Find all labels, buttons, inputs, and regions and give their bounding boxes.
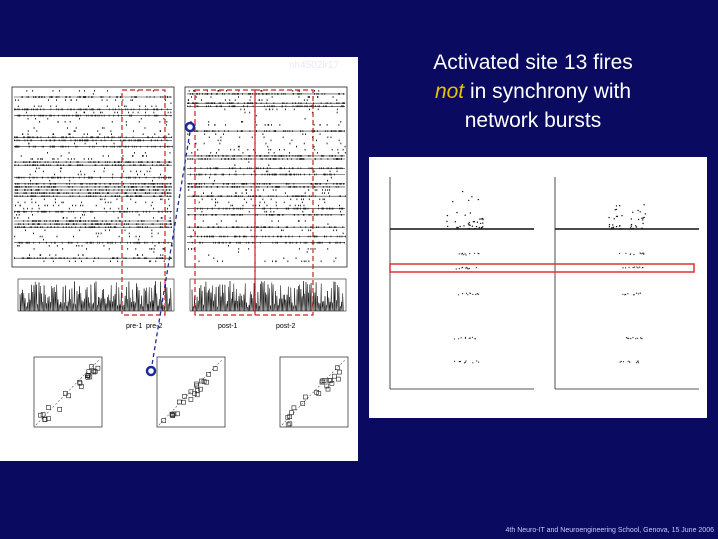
title-line-2-rest: in synchrony with	[464, 80, 632, 103]
interval-label-pre-2: pre-2	[146, 323, 163, 330]
interval-label-pre-1: pre-1	[126, 323, 143, 330]
burst-histogram-left	[19, 281, 172, 312]
scatter-plots	[33, 356, 349, 428]
title-line-1: Activated site 13 fires	[433, 51, 633, 74]
raster-figure	[11, 86, 349, 428]
slide: Activated site 13 fires not in synchrony…	[0, 0, 718, 539]
site-13-marker-bottom	[145, 365, 157, 377]
cross-correlation-figure	[389, 177, 699, 390]
title-line-2: not in synchrony with	[400, 77, 666, 106]
dataset-label: nh4502lr17	[289, 60, 340, 71]
pre-interval-box	[121, 89, 166, 316]
raster-plot-right	[187, 90, 346, 263]
cross-correlation-panel	[369, 157, 707, 418]
post1-interval-box	[194, 89, 256, 316]
site-13-marker-top	[184, 121, 196, 133]
burst-histogram-right	[191, 281, 344, 312]
raster-figure-panel: nh4502lr17 pre-1 pre-2 post-1 post-2	[0, 57, 358, 461]
interval-label-post-1: post-1	[218, 323, 238, 330]
title-emphasis-not: not	[434, 80, 465, 103]
cross-correlation-plots	[389, 177, 699, 390]
interval-label-post-2: post-2	[276, 323, 296, 330]
slide-title: Activated site 13 fires not in synchrony…	[400, 48, 666, 135]
title-line-3: network bursts	[464, 109, 602, 132]
raster-plot-left	[14, 90, 173, 263]
footer-note: 4th Neuro-IT and Neuroengineering School…	[505, 527, 714, 534]
site-13-highlight-box	[389, 263, 695, 273]
